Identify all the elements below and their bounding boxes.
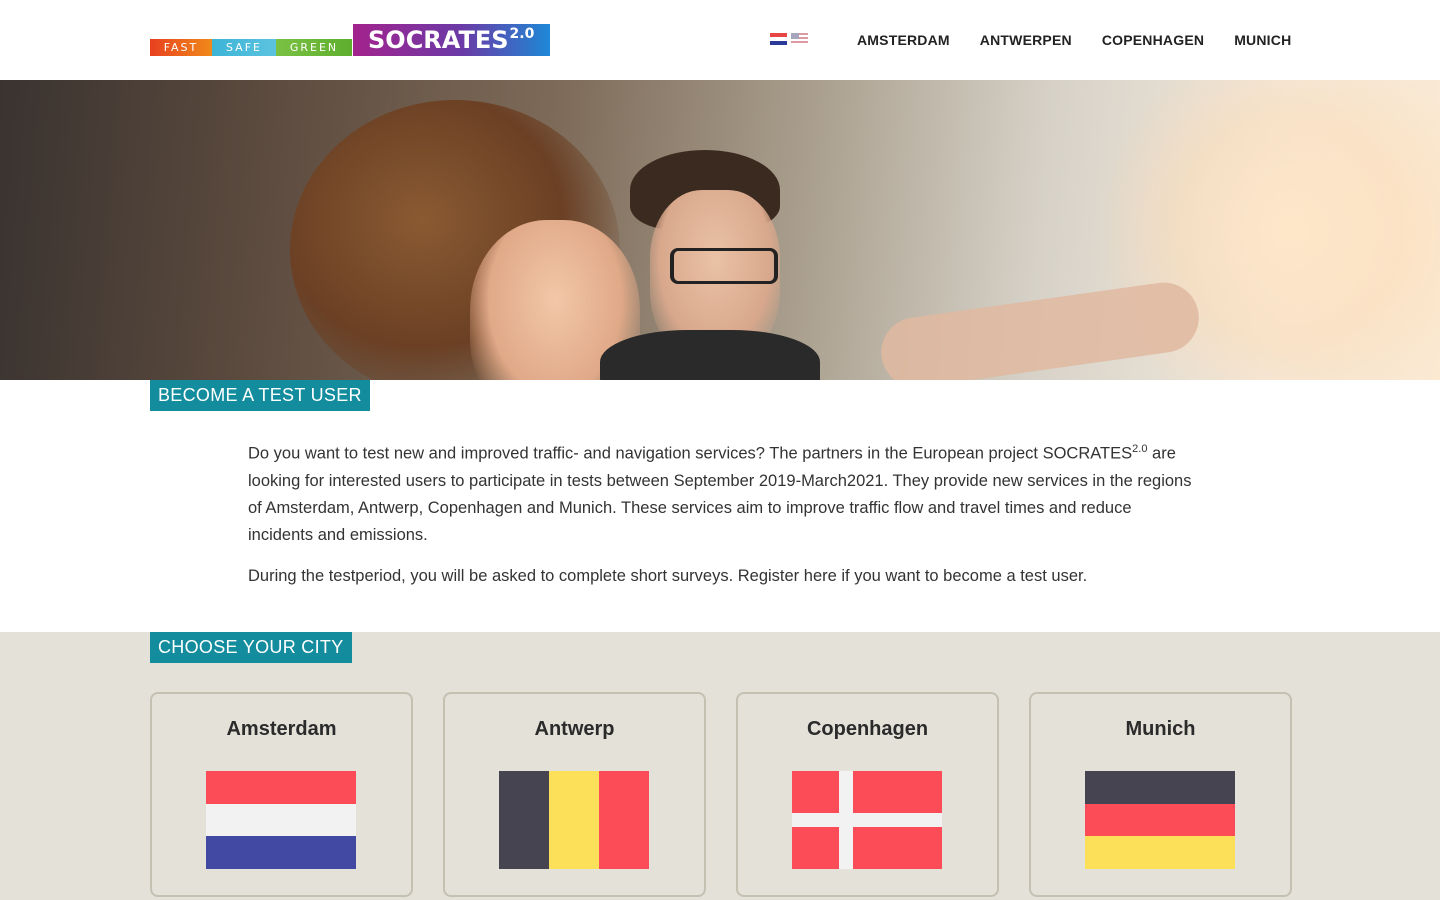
socrates-logo[interactable]: FAST SAFE GREEN SOCRATES 2.0 — [150, 24, 550, 56]
netherlands-flag-icon — [206, 771, 356, 869]
nav-copenhagen[interactable]: COPENHAGEN — [1087, 32, 1219, 48]
intro-paragraph-2: During the testperiod, you will be asked… — [248, 566, 1088, 585]
main-nav: AMSTERDAM ANTWERPEN COPENHAGEN MUNICH — [842, 0, 1306, 80]
logo-version: 2.0 — [509, 26, 535, 42]
logo-wordmark: SOCRATES 2.0 — [353, 24, 550, 56]
belgium-flag-icon — [499, 771, 649, 869]
city-name: Antwerp — [534, 718, 615, 740]
logo-tagline-safe: SAFE — [212, 39, 276, 56]
city-card-copenhagen[interactable]: Copenhagen — [736, 692, 999, 897]
city-name: Munich — [1125, 718, 1196, 740]
nav-antwerpen[interactable]: ANTWERPEN — [965, 32, 1087, 48]
intro-paragraph-1: Do you want to test new and improved tra… — [248, 443, 1192, 544]
choose-city-heading: CHOOSE YOUR CITY — [150, 632, 352, 663]
nav-amsterdam[interactable]: AMSTERDAM — [842, 32, 965, 48]
logo-taglines: FAST SAFE GREEN — [150, 39, 352, 56]
hero-image — [0, 80, 1440, 380]
city-card-amsterdam[interactable]: Amsterdam — [150, 692, 413, 897]
become-test-user-heading: BECOME A TEST USER — [150, 380, 370, 411]
city-cards: Amsterdam Antwerp Copenhagen Munich — [150, 692, 1292, 897]
logo-name: SOCRATES — [368, 26, 509, 54]
germany-flag-icon — [1085, 771, 1235, 869]
us-flag-icon[interactable] — [791, 33, 808, 45]
dutch-flag-icon[interactable] — [770, 33, 787, 45]
language-switcher — [770, 33, 808, 45]
site-header: FAST SAFE GREEN SOCRATES 2.0 AMSTERDAM AN… — [0, 0, 1440, 80]
logo-tagline-green: GREEN — [276, 39, 352, 56]
city-card-antwerp[interactable]: Antwerp — [443, 692, 706, 897]
denmark-flag-icon — [792, 771, 942, 869]
nav-munich[interactable]: MUNICH — [1219, 32, 1306, 48]
city-name: Copenhagen — [806, 718, 929, 740]
city-name: Amsterdam — [226, 718, 337, 740]
intro-text: Do you want to test new and improved tra… — [248, 436, 1198, 604]
city-card-munich[interactable]: Munich — [1029, 692, 1292, 897]
logo-tagline-fast: FAST — [150, 39, 212, 56]
